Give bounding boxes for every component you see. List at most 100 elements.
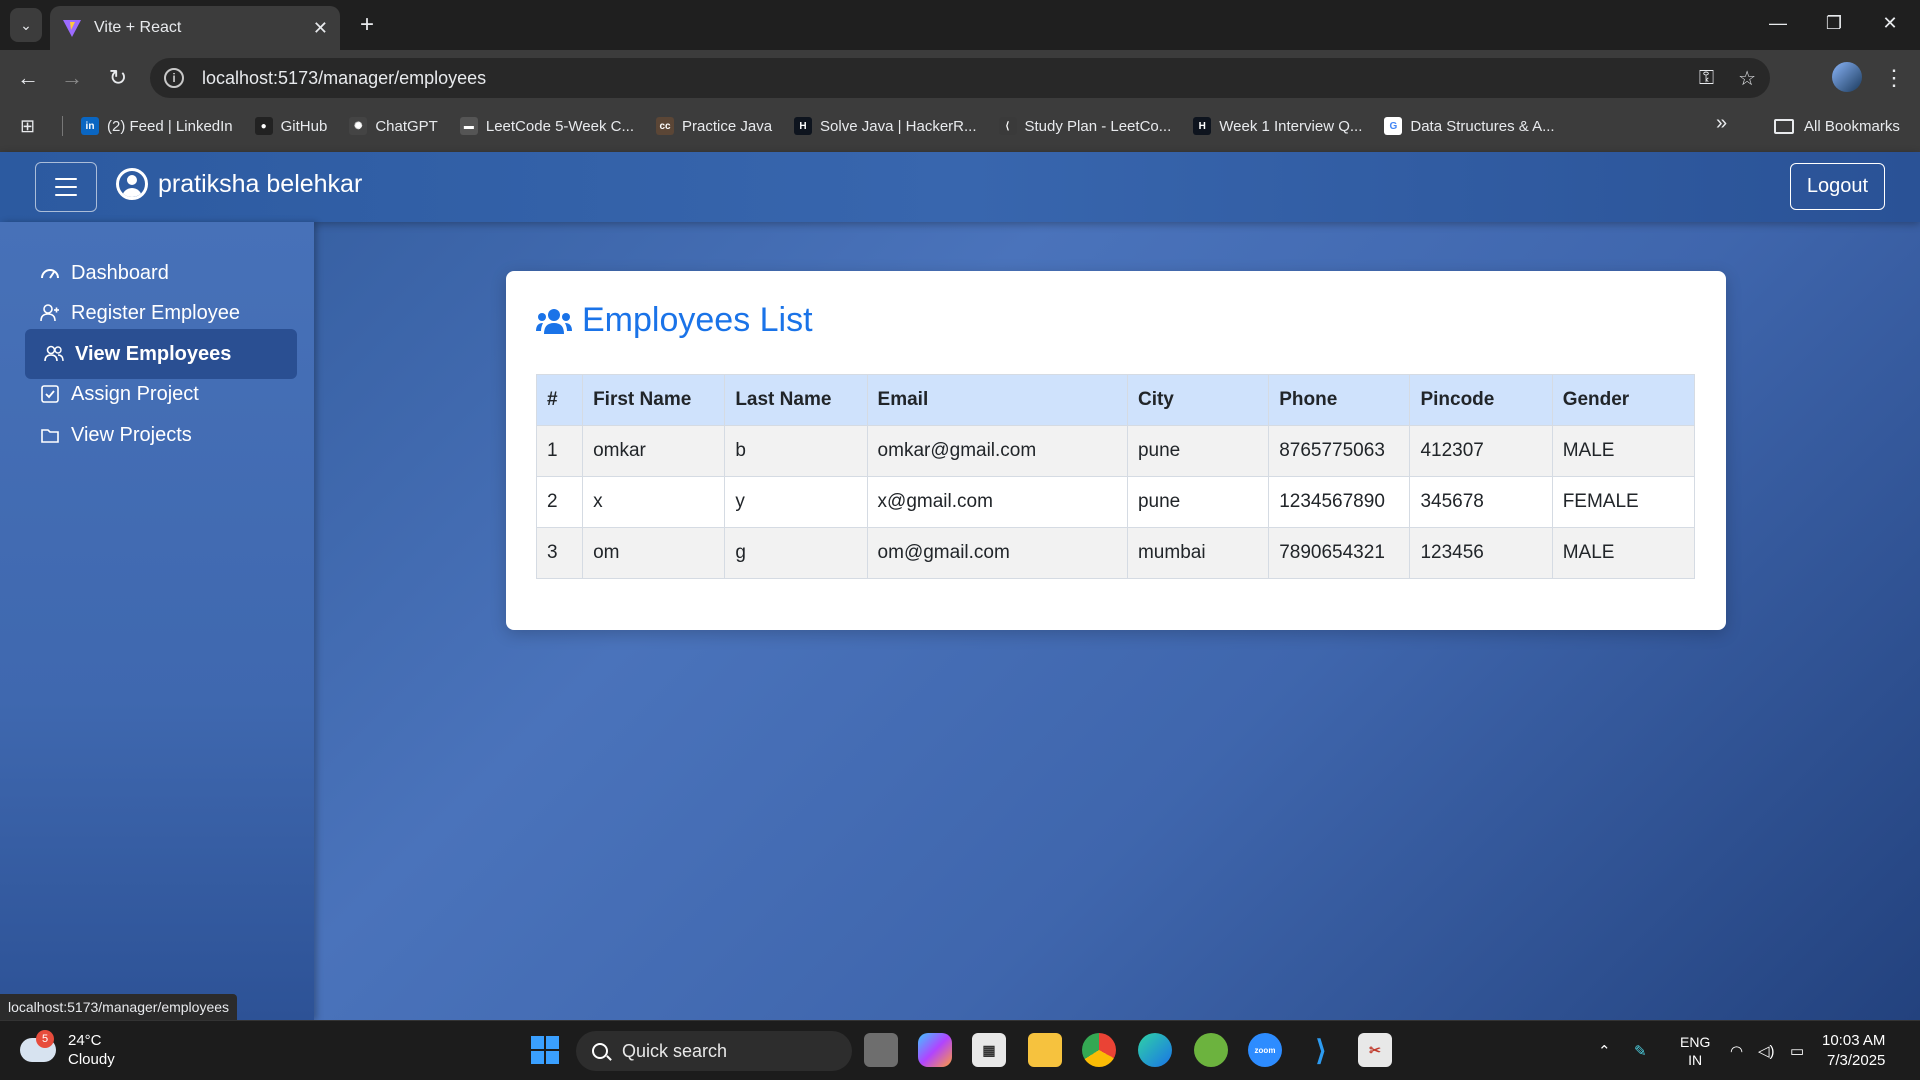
bookmark-item[interactable]: H Solve Java | HackerR... bbox=[794, 117, 977, 135]
user-plus-icon bbox=[39, 302, 61, 324]
search-icon bbox=[592, 1043, 608, 1059]
bookmarks-divider bbox=[62, 116, 63, 136]
table-row: 3 om g om@gmail.com mumbai 7890654321 123456 MA… bbox=[535, 527, 1696, 579]
task-view-icon[interactable] bbox=[864, 1033, 898, 1067]
snipping-tool-icon[interactable]: ✂ bbox=[1358, 1033, 1392, 1067]
table-cell: MALE bbox=[1551, 425, 1696, 477]
bookmark-label: Data Structures & A... bbox=[1410, 117, 1555, 135]
bookmark-label: (2) Feed | LinkedIn bbox=[107, 117, 233, 135]
windows-start-icon[interactable] bbox=[528, 1033, 562, 1067]
reload-button[interactable]: ↻ bbox=[100, 60, 136, 96]
user-circle-icon bbox=[116, 168, 148, 200]
browser-tab-strip: ⌄ Vite + React ✕ + — ❐ ✕ bbox=[0, 0, 1920, 50]
zoom-icon[interactable]: zoom bbox=[1248, 1033, 1282, 1067]
card-title-text: Employees List bbox=[582, 301, 813, 339]
taskbar-search[interactable]: Quick search bbox=[576, 1031, 852, 1071]
bookmark-label: GitHub bbox=[280, 117, 328, 135]
copilot-icon[interactable] bbox=[918, 1033, 952, 1067]
address-bar[interactable]: i localhost:5173/manager/employees ⚿ ☆ bbox=[150, 58, 1770, 98]
bookmark-label: Study Plan - LeetCo... bbox=[1024, 117, 1172, 135]
pen-icon[interactable]: ✎ bbox=[1634, 1021, 1647, 1080]
bookmark-item[interactable]: cc Practice Java bbox=[656, 117, 772, 135]
spring-tools-icon[interactable] bbox=[1194, 1033, 1228, 1067]
chrome-icon[interactable] bbox=[1082, 1033, 1116, 1067]
weather-widget[interactable]: 5 24°C Cloudy bbox=[20, 1030, 115, 1069]
battery-icon[interactable]: ▭ bbox=[1790, 1021, 1804, 1080]
hamburger-line bbox=[55, 186, 77, 188]
forward-button[interactable]: → bbox=[54, 60, 90, 96]
table-cell: 345678 bbox=[1409, 476, 1553, 528]
table-body: 1 omkar b omkar@gmail.com pune 8765775063 4123… bbox=[535, 425, 1696, 579]
bookmark-star-icon[interactable]: ☆ bbox=[1738, 66, 1756, 91]
clock[interactable]: 10:03 AM 7/3/2025 bbox=[1822, 1031, 1885, 1071]
browser-menu-icon[interactable]: ⋮ bbox=[1880, 60, 1908, 96]
language-indicator[interactable]: ENG IN bbox=[1680, 1021, 1710, 1080]
bookmark-item[interactable]: ● GitHub bbox=[254, 117, 328, 135]
column-header: Gender bbox=[1551, 374, 1696, 426]
tab-search-button[interactable]: ⌄ bbox=[10, 8, 42, 42]
table-cell: mumbai bbox=[1126, 527, 1270, 579]
column-header: Pincode bbox=[1409, 374, 1553, 426]
taskbar-search-label: Quick search bbox=[622, 1040, 728, 1061]
weather-badge: 5 bbox=[36, 1030, 54, 1048]
bookmark-item[interactable]: ⟨ Study Plan - LeetCo... bbox=[998, 117, 1172, 135]
table-cell: g bbox=[724, 527, 868, 579]
back-button[interactable]: ← bbox=[10, 60, 46, 96]
github-icon: ● bbox=[254, 117, 273, 135]
sidebar-item-view-projects[interactable]: View Projects bbox=[25, 410, 297, 460]
hackerrank-icon: H bbox=[794, 117, 813, 135]
logout-button[interactable]: Logout bbox=[1790, 163, 1885, 210]
table-cell: MALE bbox=[1551, 527, 1696, 579]
apps-grid-icon[interactable]: ⊞ bbox=[20, 116, 42, 137]
check-square-icon bbox=[39, 383, 61, 405]
all-bookmarks-button[interactable]: All Bookmarks bbox=[1774, 106, 1900, 146]
bookmark-item[interactable]: in (2) Feed | LinkedIn bbox=[81, 117, 233, 135]
leetcode-icon: ▬ bbox=[459, 117, 478, 135]
table-cell: 1234567890 bbox=[1268, 476, 1411, 528]
store-icon[interactable]: ▦ bbox=[972, 1033, 1006, 1067]
vite-icon bbox=[63, 20, 81, 37]
sidebar-item-label: Register Employee bbox=[71, 301, 240, 324]
bookmark-item[interactable]: ▬ LeetCode 5-Week C... bbox=[459, 117, 634, 135]
bookmark-item[interactable]: H Week 1 Interview Q... bbox=[1193, 117, 1362, 135]
bookmark-item[interactable]: ✺ ChatGPT bbox=[349, 117, 438, 135]
profile-avatar[interactable] bbox=[1832, 62, 1862, 92]
wifi-icon[interactable]: ◠ bbox=[1730, 1021, 1743, 1080]
page-title: Employees List bbox=[536, 301, 813, 340]
column-header: City bbox=[1126, 374, 1270, 426]
hamburger-menu-button[interactable] bbox=[35, 162, 97, 212]
sidebar-item-label: View Employees bbox=[75, 342, 232, 365]
site-info-icon[interactable]: i bbox=[164, 68, 184, 88]
browser-tab[interactable]: Vite + React ✕ bbox=[50, 6, 340, 50]
all-bookmarks-label: All Bookmarks bbox=[1804, 117, 1900, 135]
edge-icon[interactable] bbox=[1138, 1033, 1172, 1067]
table-cell: omkar bbox=[582, 425, 726, 477]
bookmark-label: Practice Java bbox=[682, 117, 773, 135]
vscode-icon[interactable]: ⟩ bbox=[1304, 1033, 1338, 1067]
tray-overflow-icon[interactable]: ⌃ bbox=[1598, 1021, 1611, 1080]
folder-icon bbox=[1774, 118, 1794, 134]
table-cell: 2 bbox=[535, 476, 584, 528]
language-bottom: IN bbox=[1688, 1052, 1703, 1068]
weather-condition: Cloudy bbox=[68, 1051, 115, 1068]
password-key-icon[interactable]: ⚿ bbox=[1699, 67, 1714, 90]
more-bookmarks-icon[interactable]: » bbox=[1716, 112, 1727, 135]
temperature: 24°C bbox=[68, 1032, 102, 1049]
table-cell: 3 bbox=[535, 527, 584, 579]
bookmark-item[interactable]: G Data Structures & A... bbox=[1384, 117, 1555, 135]
table-cell: y bbox=[724, 476, 868, 528]
tab-close-icon[interactable]: ✕ bbox=[313, 18, 328, 39]
status-bar-url: localhost:5173/manager/employees bbox=[0, 994, 238, 1020]
table-cell: pune bbox=[1126, 476, 1270, 528]
minimize-button[interactable]: — bbox=[1750, 0, 1806, 46]
tab-title: Vite + React bbox=[94, 19, 182, 36]
volume-icon[interactable]: ◁) bbox=[1758, 1021, 1775, 1080]
hamburger-line bbox=[55, 178, 77, 180]
address-url[interactable]: localhost:5173/manager/employees bbox=[202, 68, 1675, 89]
close-window-button[interactable]: ✕ bbox=[1862, 0, 1918, 46]
browser-toolbar: ← → ↻ i localhost:5173/manager/employees… bbox=[0, 50, 1920, 158]
restore-button[interactable]: ❐ bbox=[1806, 0, 1862, 46]
file-explorer-icon[interactable] bbox=[1028, 1033, 1062, 1067]
bookmark-label: ChatGPT bbox=[375, 117, 438, 135]
new-tab-button[interactable]: + bbox=[352, 10, 382, 40]
